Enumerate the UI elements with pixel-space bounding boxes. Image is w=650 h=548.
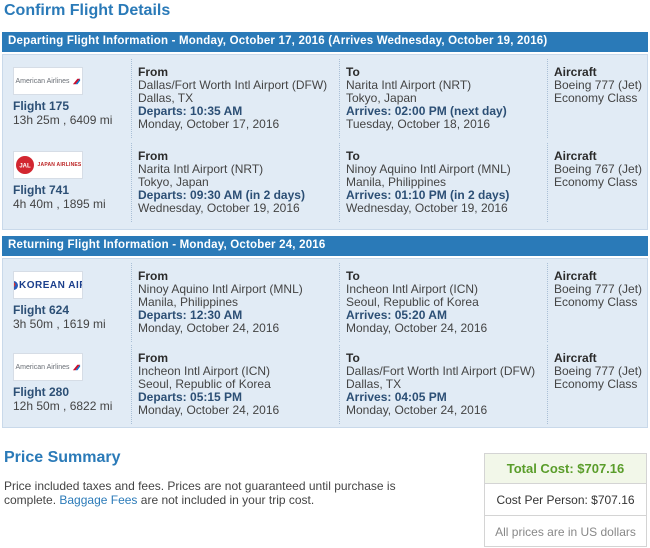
flight-row: American Airlines Flight 280 12h 50m , 6… — [9, 345, 643, 424]
currency-note: All prices are in US dollars — [495, 525, 636, 539]
from-label: From — [138, 65, 168, 79]
aircraft-cell: Aircraft Boeing 777 (Jet) Economy Class — [547, 345, 643, 424]
aircraft-cell: Aircraft Boeing 767 (Jet) Economy Class — [547, 143, 643, 222]
airline-logo: American Airlines — [13, 67, 83, 95]
aircraft-label: Aircraft — [554, 149, 597, 163]
japan-airlines-logo: JAL JAPAN AIRLINES — [15, 155, 82, 175]
flight-number: Flight 741 — [13, 183, 70, 197]
to-cell: To Ninoy Aquino Intl Airport (MNL) Manil… — [339, 143, 545, 222]
to-label: To — [346, 269, 360, 283]
from-label: From — [138, 149, 168, 163]
korean-air-logo: KOREAN AIR — [14, 280, 82, 291]
price-summary-title: Price Summary — [4, 449, 121, 466]
airline-logo: KOREAN AIR — [13, 271, 83, 299]
baggage-fees-link[interactable]: Baggage Fees — [59, 493, 137, 507]
departing-section: American Airlines Flight 175 13h 25m , 6… — [2, 54, 648, 230]
cabin-class: Economy Class — [554, 175, 638, 189]
svg-text:JAL: JAL — [19, 164, 31, 170]
to-date: Monday, October 24, 2016 — [346, 403, 488, 417]
to-label: To — [346, 65, 360, 79]
returning-header: Returning Flight Information - Monday, O… — [2, 236, 648, 256]
korean-air-taeguk-icon — [14, 280, 19, 290]
to-date: Wednesday, October 19, 2016 — [346, 201, 508, 215]
aircraft-label: Aircraft — [554, 351, 597, 365]
airline-cell: American Airlines Flight 175 13h 25m , 6… — [9, 59, 129, 138]
jal-crane-icon: JAL — [15, 156, 34, 174]
cabin-class: Economy Class — [554, 295, 638, 309]
page-title: Confirm Flight Details — [4, 2, 171, 19]
price-note-text-after: are not included in your trip cost. — [140, 493, 315, 507]
to-date: Monday, October 24, 2016 — [346, 321, 488, 335]
to-cell: To Narita Intl Airport (NRT) Tokyo, Japa… — [339, 59, 545, 138]
flight-row: KOREAN AIR Flight 624 3h 50m , 1619 mi F… — [9, 263, 643, 342]
flight-duration-distance: 13h 25m , 6409 mi — [13, 113, 113, 127]
american-airlines-logo: American Airlines — [15, 77, 80, 86]
aircraft-cell: Aircraft Boeing 777 (Jet) Economy Class — [547, 59, 643, 138]
from-label: From — [138, 269, 168, 283]
to-label: To — [346, 351, 360, 365]
american-airlines-logo: American Airlines — [15, 363, 80, 372]
from-date: Monday, October 24, 2016 — [138, 403, 280, 417]
cost-per-person: Cost Per Person: $707.16 — [485, 485, 646, 516]
flight-duration-distance: 3h 50m , 1619 mi — [13, 317, 106, 331]
from-date: Monday, October 24, 2016 — [138, 321, 280, 335]
cabin-class: Economy Class — [554, 377, 638, 391]
cabin-class: Economy Class — [554, 91, 638, 105]
from-cell: From Incheon Intl Airport (ICN) Seoul, R… — [131, 345, 337, 424]
to-cell: To Dallas/Fort Worth Intl Airport (DFW) … — [339, 345, 545, 424]
price-box: Total Cost: $707.16 Cost Per Person: $70… — [484, 453, 647, 547]
airline-cell: KOREAN AIR Flight 624 3h 50m , 1619 mi — [9, 263, 129, 342]
airline-logo: JAL JAPAN AIRLINES — [13, 151, 83, 179]
flight-row: JAL JAPAN AIRLINES Flight 741 4h 40m , 1… — [9, 143, 643, 222]
airline-cell: JAL JAPAN AIRLINES Flight 741 4h 40m , 1… — [9, 143, 129, 222]
airline-cell: American Airlines Flight 280 12h 50m , 6… — [9, 345, 129, 424]
aircraft-cell: Aircraft Boeing 777 (Jet) Economy Class — [547, 263, 643, 342]
airline-logo: American Airlines — [13, 353, 83, 381]
returning-section: KOREAN AIR Flight 624 3h 50m , 1619 mi F… — [2, 258, 648, 428]
aa-eagle-icon — [72, 364, 80, 370]
flight-row: American Airlines Flight 175 13h 25m , 6… — [9, 59, 643, 138]
aircraft-label: Aircraft — [554, 65, 597, 79]
from-date: Monday, October 17, 2016 — [138, 117, 280, 131]
from-date: Wednesday, October 19, 2016 — [138, 201, 300, 215]
price-note: Price included taxes and fees. Prices ar… — [4, 479, 424, 507]
to-date: Tuesday, October 18, 2016 — [346, 117, 491, 131]
flight-duration-distance: 4h 40m , 1895 mi — [13, 197, 106, 211]
aa-eagle-icon — [72, 78, 80, 84]
from-label: From — [138, 351, 168, 365]
to-cell: To Incheon Intl Airport (ICN) Seoul, Rep… — [339, 263, 545, 342]
total-cost: Total Cost: $707.16 — [485, 454, 646, 484]
flight-number: Flight 280 — [13, 385, 70, 399]
flight-duration-distance: 12h 50m , 6822 mi — [13, 399, 113, 413]
from-cell: From Narita Intl Airport (NRT) Tokyo, Ja… — [131, 143, 337, 222]
flight-number: Flight 175 — [13, 99, 70, 113]
departing-header: Departing Flight Information - Monday, O… — [2, 32, 648, 52]
flight-number: Flight 624 — [13, 303, 70, 317]
from-cell: From Dallas/Fort Worth Intl Airport (DFW… — [131, 59, 337, 138]
to-label: To — [346, 149, 360, 163]
from-cell: From Ninoy Aquino Intl Airport (MNL) Man… — [131, 263, 337, 342]
aircraft-label: Aircraft — [554, 269, 597, 283]
